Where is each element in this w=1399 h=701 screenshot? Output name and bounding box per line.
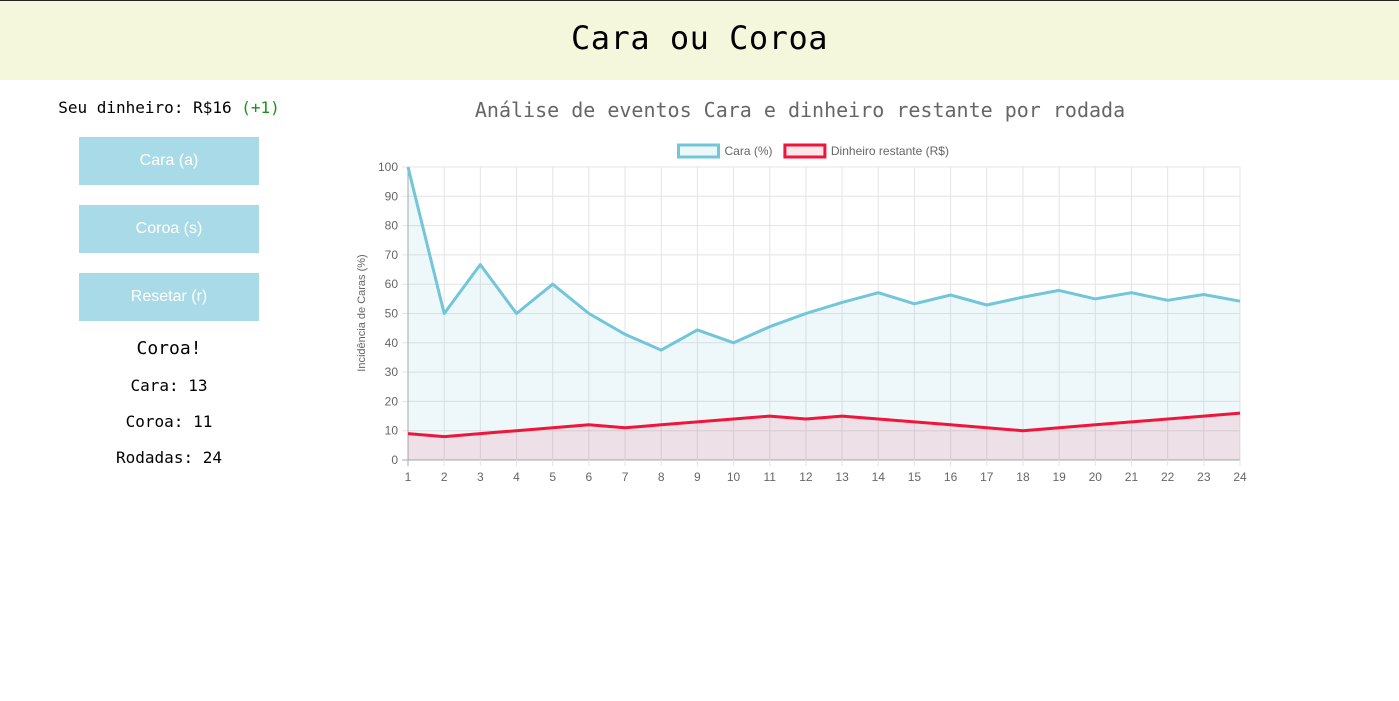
reset-button[interactable]: Resetar (r): [79, 273, 259, 321]
legend-swatch-0: [677, 143, 720, 159]
x-tick-label: 5: [549, 470, 556, 484]
y-tick-label: 80: [385, 219, 399, 233]
header-bar: Cara ou Coroa: [0, 0, 1399, 80]
x-tick-label: 13: [835, 470, 849, 484]
x-tick-label: 24: [1233, 470, 1247, 484]
x-tick-label: 6: [586, 470, 593, 484]
money-delta: (+1): [241, 98, 280, 117]
coroa-button[interactable]: Coroa (s): [79, 205, 259, 253]
y-tick-label: 50: [385, 307, 399, 321]
x-tick-label: 1: [405, 470, 412, 484]
chart-grid: [402, 166, 1241, 466]
money-display: Seu dinheiro: R$16 (+1): [0, 98, 338, 117]
series-area-0: [408, 167, 1240, 460]
x-tick-label: 4: [513, 470, 520, 484]
series-area-1: [408, 413, 1240, 460]
x-tick-label: 14: [872, 470, 886, 484]
x-tick-label: 19: [1052, 470, 1066, 484]
legend-swatch-1: [783, 143, 827, 159]
chart-legend: Cara (%) Dinheiro restante (R$): [677, 143, 949, 159]
chart-lines: [406, 166, 1241, 439]
x-tick-label: 2: [441, 470, 448, 484]
legend-label-1: Dinheiro restante (R$): [831, 144, 949, 158]
x-tick-label: 20: [1089, 470, 1103, 484]
y-axis-label: Incidência de Caras (%): [356, 254, 368, 371]
y-tick-label: 70: [385, 248, 399, 262]
series-line-0: [406, 166, 1241, 352]
y-tick-label: 0: [391, 453, 398, 467]
x-tick-label: 8: [658, 470, 665, 484]
cara-button[interactable]: Cara (a): [79, 137, 259, 185]
x-tick-label: 12: [799, 470, 813, 484]
series-line-1: [407, 411, 1241, 439]
x-tick-label: 9: [694, 470, 701, 484]
x-tick-label: 22: [1161, 470, 1175, 484]
x-tick-label: 18: [1016, 470, 1030, 484]
x-tick-label: 16: [944, 470, 958, 484]
x-tick-label: 21: [1125, 470, 1139, 484]
stat-coroa-count: Coroa: 11: [125, 412, 213, 431]
stat-cara-count: Cara: 13: [130, 376, 208, 395]
app-title: Cara ou Coroa: [571, 19, 828, 57]
chart-axes: 01020304050607080901001 2 3 4 5 6 7 8 9 10 11 12 13 1…: [378, 160, 1247, 484]
x-tick-label: 10: [727, 470, 741, 484]
y-tick-label: 40: [385, 336, 399, 350]
x-tick-label: 23: [1197, 470, 1211, 484]
y-tick-label: 30: [385, 365, 399, 379]
result-text: Coroa!: [136, 338, 202, 359]
x-tick-label: 11: [764, 470, 777, 484]
legend-label-0: Cara (%): [725, 144, 773, 158]
chart-title: Análise de eventos Cara e dinheiro resta…: [474, 98, 1126, 122]
x-tick-label: 15: [908, 470, 922, 484]
y-tick-label: 10: [385, 424, 399, 438]
x-tick-label: 17: [980, 470, 994, 484]
y-tick-label: 20: [385, 394, 399, 408]
control-panel: Seu dinheiro: R$16 (+1) Cara (a) Coroa (…: [0, 80, 338, 500]
y-tick-label: 60: [385, 277, 399, 291]
y-tick-label: 100: [378, 160, 398, 174]
money-label: Seu dinheiro: R$16: [58, 98, 232, 117]
x-tick-label: 3: [477, 470, 484, 484]
x-tick-label: 7: [622, 470, 629, 484]
chart-areas: [408, 167, 1240, 460]
stat-rounds-count: Rodadas: 24: [116, 448, 222, 467]
y-tick-label: 90: [385, 189, 399, 203]
